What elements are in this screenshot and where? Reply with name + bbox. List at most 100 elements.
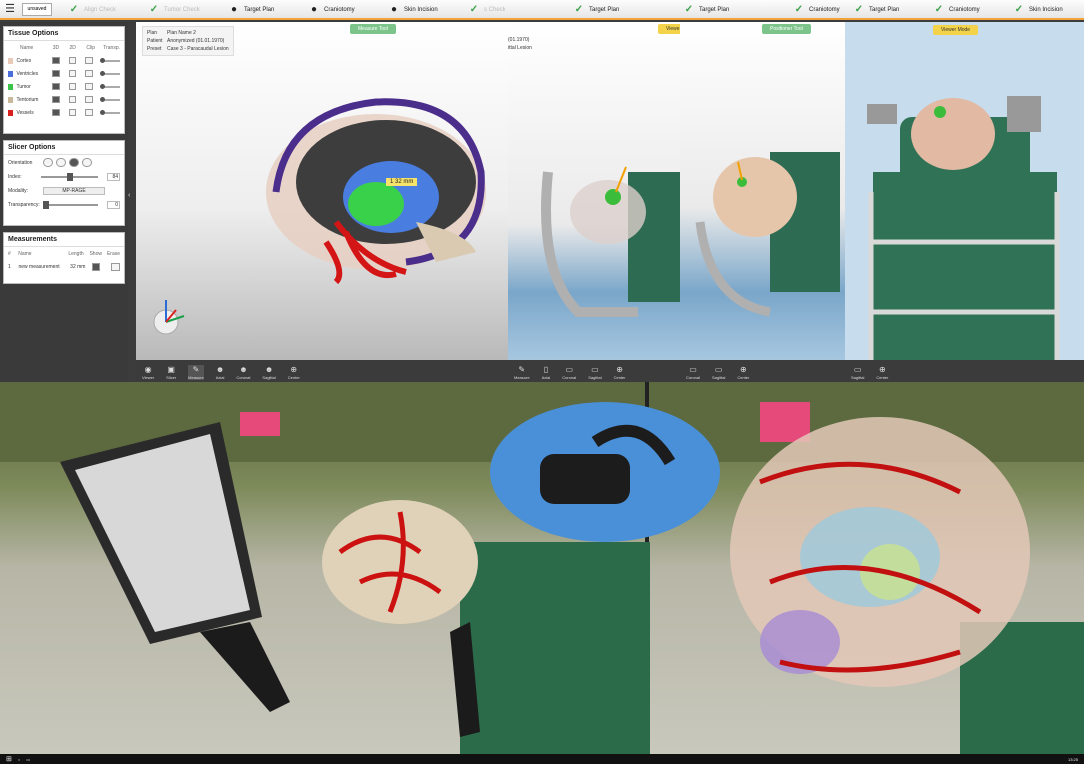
center-icon: ⊕	[616, 365, 623, 374]
orientation-row: Orientation	[4, 155, 124, 170]
tissue-3d-toggle[interactable]	[52, 57, 60, 64]
workflow-bar-mid: ✓ Target Plan ✓ Target Plan ✓ Craniotomy	[505, 0, 845, 20]
mid-step-2[interactable]: ✓ Craniotomy	[793, 4, 840, 16]
tissue-transparency-slider[interactable]	[99, 57, 120, 63]
main-step-4[interactable]: ● Skin Incision	[388, 4, 438, 16]
tissue-3d-toggle[interactable]	[52, 83, 60, 90]
taskview-icon[interactable]: ▭	[26, 757, 30, 762]
main-step-0[interactable]: ✓ Align Check	[68, 4, 116, 16]
transparency-slider-thumb[interactable]	[42, 201, 49, 209]
mid-step-1[interactable]: ✓ Target Plan	[683, 4, 730, 16]
toolbar-coronal-button[interactable]: ▭ Coronal	[686, 365, 700, 380]
toolbar-center-button[interactable]: ⊕ Center	[876, 365, 888, 380]
tissue-color-swatch	[8, 96, 14, 103]
sagittal-orient-button[interactable]	[69, 158, 79, 167]
tissue-2d-toggle[interactable]	[68, 57, 77, 64]
tissue-3d-toggle[interactable]	[52, 109, 60, 116]
center-icon: ⊕	[290, 365, 298, 374]
toolbar-axial-button[interactable]: ☻ Axial	[216, 365, 225, 380]
tissue-transparency-slider[interactable]	[99, 96, 120, 102]
modality-select[interactable]: MP-RAGE	[43, 187, 105, 195]
index-slider[interactable]	[40, 173, 98, 181]
right-step-2[interactable]: ✓ Skin Incision	[1013, 4, 1063, 16]
toolbar-coronal-button[interactable]: ▭ Coronal	[562, 365, 576, 380]
tissue-transparency-slider[interactable]	[99, 109, 120, 115]
tissue-name: Cortex	[16, 57, 32, 64]
main-step-1[interactable]: ✓ Tumor Check	[148, 4, 200, 16]
toolbar-measure-button[interactable]: ✎ Measure	[188, 365, 204, 380]
mid-viewport-2[interactable]: Positioner Tool	[680, 22, 845, 360]
vr-operating-room-scene	[0, 382, 1084, 754]
coronal-orient-button[interactable]	[56, 158, 66, 167]
clock: 13:25	[1067, 756, 1078, 762]
hamburger-icon[interactable]: ☰	[3, 3, 17, 16]
tissue-name: Tentorium	[16, 96, 39, 103]
tissue-clip-toggle[interactable]	[85, 96, 93, 103]
main-step-2[interactable]: ● Target Plan	[228, 4, 274, 16]
tissue-row[interactable]: Cortex	[4, 54, 124, 67]
toolbar-viewer-button[interactable]: ◉ Viewer	[142, 365, 154, 380]
toolbar-sagittal-button[interactable]: ▭ Sagittal	[712, 365, 725, 380]
search-icon[interactable]: ○	[18, 757, 20, 762]
tissue-clip-toggle[interactable]	[85, 109, 93, 116]
workflow-bar-right: ✓ Target Plan ✓ Craniotomy ✓ Skin Incision	[845, 0, 1084, 20]
toolbar-sagittal-button[interactable]: ▭ Sagittal	[588, 365, 601, 380]
main-step-5[interactable]: ✓ s Check	[468, 4, 506, 16]
mid-step-0[interactable]: ✓ Target Plan	[573, 4, 620, 16]
trash-icon[interactable]	[111, 262, 120, 271]
tissue-slider-thumb[interactable]	[99, 96, 105, 102]
main-step-3[interactable]: ● Craniotomy	[308, 4, 355, 16]
tissue-clip-toggle[interactable]	[85, 70, 93, 77]
toolbar-sagittal-button[interactable]: ▭ Sagittal	[851, 365, 864, 380]
tissue-transparency-slider[interactable]	[99, 83, 120, 89]
tissue-slider-thumb[interactable]	[99, 57, 105, 63]
tissue-slider-thumb[interactable]	[99, 109, 105, 115]
col-clip: Clip	[86, 44, 95, 51]
toolbar-label: Center	[613, 375, 626, 380]
index-value[interactable]: 84	[106, 173, 120, 181]
eye-icon[interactable]	[91, 262, 101, 271]
tissue-slider-thumb[interactable]	[99, 83, 105, 89]
tissue-2d-toggle[interactable]	[68, 83, 77, 90]
measurement-row[interactable]: 1 new measurement 32 mm	[4, 260, 124, 273]
tissue-2d-toggle[interactable]	[68, 70, 77, 77]
tissue-2d-toggle[interactable]	[68, 96, 77, 103]
collapse-panel-icon[interactable]: ‹	[128, 192, 136, 212]
coronal-icon: ▭	[565, 365, 574, 374]
toolbar-center-button[interactable]: ⊕ Center	[288, 365, 300, 380]
right-viewport[interactable]: Viewer Mode	[845, 22, 1084, 360]
toolbar-coronal-button[interactable]: ☻ Coronal	[236, 365, 250, 380]
tissue-slider-thumb[interactable]	[99, 70, 105, 76]
toolbar-sagittal-button[interactable]: ☻ Sagittal	[262, 365, 275, 380]
tissue-2d-toggle[interactable]	[68, 109, 77, 116]
tissue-row[interactable]: Tentorium	[4, 93, 124, 106]
tissue-transparency-slider[interactable]	[99, 70, 120, 76]
mid-viewport-1[interactable]: (01.1970) ittal Lesion Viewe	[508, 22, 680, 360]
toolbar-measure-button[interactable]: ✎ Measure	[514, 365, 530, 380]
tissue-row[interactable]: Tumor	[4, 80, 124, 93]
toolbar-center-button[interactable]: ⊕ Center	[737, 365, 749, 380]
transparency-value[interactable]: 0	[107, 201, 120, 209]
tissue-row[interactable]: Ventricles	[4, 67, 124, 80]
tissue-clip-toggle[interactable]	[85, 57, 93, 64]
toolbar-slicer-button[interactable]: ▣ Slicer	[166, 365, 176, 380]
tissue-clip-toggle[interactable]	[85, 83, 93, 90]
toolbar-axial-button[interactable]: ▯ Axial	[542, 365, 551, 380]
right-step-0[interactable]: ✓ Target Plan	[853, 4, 900, 16]
index-slider-thumb[interactable]	[66, 173, 73, 181]
center-icon: ⊕	[879, 365, 886, 374]
start-icon[interactable]: ⊞	[6, 755, 12, 763]
meas-col-num: #	[8, 250, 11, 257]
transparency-slider[interactable]	[42, 201, 99, 209]
axial-orient-button[interactable]	[43, 158, 53, 167]
right-step-1[interactable]: ✓ Craniotomy	[933, 4, 980, 16]
transparency-row: Transparency: 0	[4, 198, 124, 212]
globe-orient-button[interactable]	[82, 158, 92, 167]
tissue-row[interactable]: Vessels	[4, 106, 124, 119]
tissue-3d-toggle[interactable]	[52, 70, 60, 77]
coronal-icon: ▭	[689, 365, 697, 374]
tissue-3d-toggle[interactable]	[52, 96, 60, 103]
toolbar-label: Viewer	[142, 375, 155, 380]
toolbar-center-button[interactable]: ⊕ Center	[614, 365, 626, 380]
main-3d-viewport[interactable]: Plan Plan Name 2 Patient Anonymized (01.01…	[136, 22, 508, 360]
